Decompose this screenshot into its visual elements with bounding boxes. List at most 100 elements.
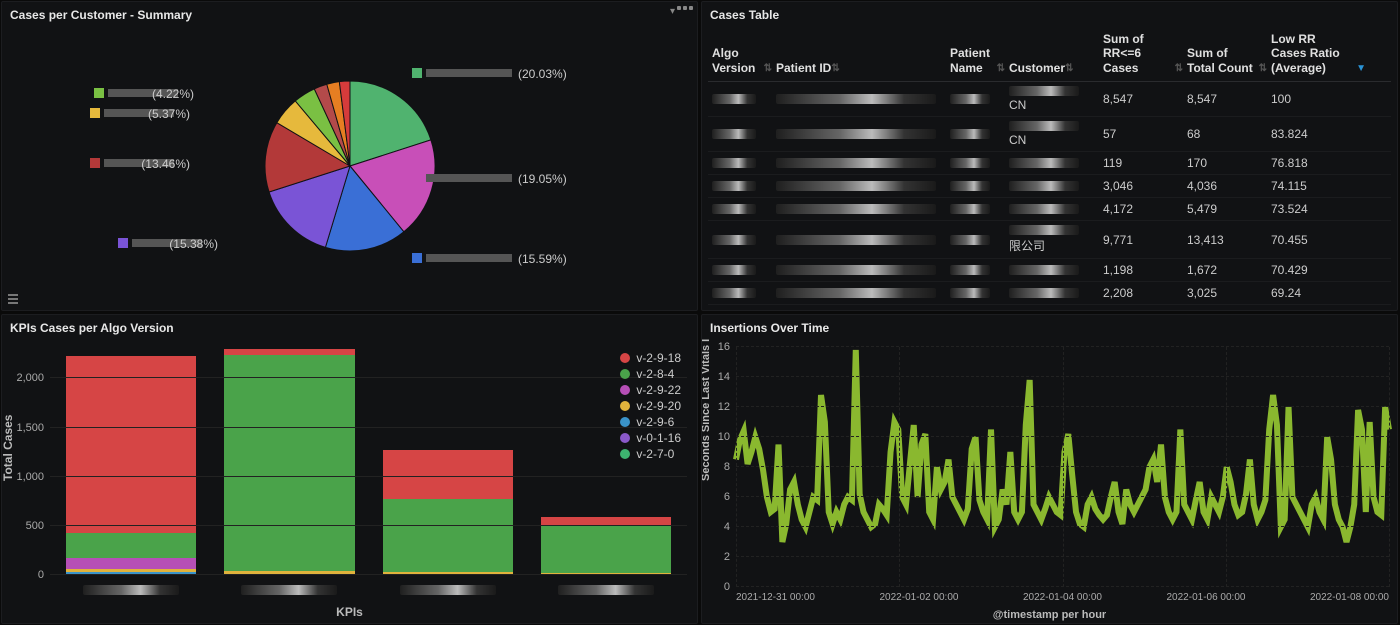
- cell-ratio: 69.24: [1271, 286, 1366, 300]
- bar-legend[interactable]: v-2-9-18 v-2-8-4 v-2-9-22 v-2-9-20 v-2-9-6 v-…: [620, 351, 681, 463]
- column-header[interactable]: Sum of RR<=6 Cases ⇅: [1103, 32, 1183, 75]
- cell-total: 1,672: [1187, 263, 1267, 277]
- pie-chart[interactable]: (20.03%)(19.05%)(15.59%)(15.38%)(13.46%)…: [70, 36, 630, 296]
- cell-ratio: 66.816: [1271, 309, 1366, 310]
- panel-chevron-icon[interactable]: ▾: [670, 6, 675, 17]
- table-row[interactable]: 4,1725,47973.524: [708, 198, 1391, 221]
- bar-segment[interactable]: [383, 499, 513, 572]
- cases-table: Algo Version ⇅Patient ID ⇅Patient Name ⇅…: [708, 26, 1391, 310]
- column-header[interactable]: Algo Version ⇅: [712, 32, 772, 75]
- y-tick: 10: [718, 431, 730, 443]
- y-tick: 16: [718, 341, 730, 353]
- y-tick: 4: [724, 521, 730, 533]
- legend-item[interactable]: v-0-1-16: [620, 431, 681, 445]
- cell-rr: 57: [1103, 127, 1183, 141]
- cell-ratio: 76.818: [1271, 156, 1366, 170]
- column-header[interactable]: Patient ID ⇅: [776, 32, 946, 75]
- table-body[interactable]: CN8,5478,547100CN576883.82411917076.8183…: [708, 82, 1391, 310]
- x-tick: 2022-01-08 00:00: [1310, 592, 1389, 603]
- cell-rr: 119: [1103, 156, 1183, 170]
- table-row[interactable]: 2,208 3,025 69.24: [708, 282, 1391, 305]
- bar[interactable]: [224, 349, 354, 575]
- bar-segment[interactable]: [541, 526, 671, 573]
- legend-item[interactable]: v-2-9-20: [620, 399, 681, 413]
- panel-title: Cases Table: [702, 2, 1397, 26]
- cell-ratio: 70.455: [1271, 233, 1366, 247]
- cell-total: 5,479: [1187, 202, 1267, 216]
- table-row[interactable]: 1,198 1,672 70.429: [708, 259, 1391, 282]
- panel-kpis-algo: KPIs Cases per Algo Version Total Cases …: [1, 314, 698, 624]
- bar-chart[interactable]: [50, 349, 687, 575]
- cell-total: 13,413: [1187, 233, 1267, 247]
- pie-slice-label: (13.46%): [141, 157, 190, 171]
- line-x-axis-label: @timestamp per hour: [702, 609, 1397, 621]
- table-row[interactable]: CN8,5478,547100: [708, 82, 1391, 117]
- cell-rr: 8,547: [1103, 92, 1183, 106]
- panel-insertions-over-time: Insertions Over Time Seconds Since Last …: [701, 314, 1398, 624]
- panel-cases-table: Cases Table Algo Version ⇅Patient ID ⇅Pa…: [701, 1, 1398, 311]
- y-tick: 1,500: [16, 422, 44, 434]
- pie-slice-label: (4.22%): [151, 87, 193, 101]
- y-tick: 2,000: [16, 372, 44, 384]
- column-header[interactable]: Customer ⇅: [1009, 32, 1099, 75]
- legend-item[interactable]: v-2-8-4: [620, 367, 681, 381]
- cell-rr: 3,046: [1103, 179, 1183, 193]
- column-header[interactable]: Low RR Cases Ratio (Average) ▼: [1271, 32, 1366, 75]
- bar-x-axis-label: KPIs: [2, 605, 697, 619]
- cell-total: 3,025: [1187, 286, 1267, 300]
- cell-ratio: 100: [1271, 92, 1366, 106]
- cell-rr: 149: [1103, 309, 1183, 310]
- y-tick: 12: [718, 401, 730, 413]
- cell-rr: 4,172: [1103, 202, 1183, 216]
- y-tick: 6: [724, 491, 730, 503]
- x-tick: 2022-01-06 00:00: [1167, 592, 1246, 603]
- pie-slice-label: (19.05%): [518, 172, 567, 186]
- bar-segment[interactable]: [224, 355, 354, 571]
- y-tick: 8: [724, 461, 730, 473]
- panel-title: Insertions Over Time: [702, 315, 1397, 339]
- pie-slice-label: (5.37%): [147, 107, 189, 121]
- column-header[interactable]: Patient Name ⇅: [950, 32, 1005, 75]
- panel-menu-icon[interactable]: [677, 6, 693, 10]
- x-tick: 2022-01-02 00:00: [880, 592, 959, 603]
- line-chart[interactable]: [736, 347, 1389, 587]
- x-tick: 2021-12-31 00:00: [736, 592, 815, 603]
- panel-title: KPIs Cases per Algo Version: [2, 315, 697, 339]
- x-tick: 2022-01-04 00:00: [1023, 592, 1102, 603]
- cell-total: 8,547: [1187, 92, 1267, 106]
- bar[interactable]: [66, 349, 196, 575]
- bar[interactable]: [383, 349, 513, 575]
- y-tick: 14: [718, 371, 730, 383]
- bar-segment[interactable]: [66, 533, 196, 559]
- cell-rr: 2,208: [1103, 286, 1183, 300]
- pie-slice-label: (15.38%): [169, 237, 218, 251]
- cell-ratio: 70.429: [1271, 263, 1366, 277]
- cell-rr: 1,198: [1103, 263, 1183, 277]
- table-row[interactable]: CN576883.824: [708, 117, 1391, 152]
- table-row[interactable]: 3,046 4,036 74.115: [708, 175, 1391, 198]
- cell-ratio: 74.115: [1271, 179, 1366, 193]
- cell-total: 223: [1187, 309, 1267, 310]
- table-header: Algo Version ⇅Patient ID ⇅Patient Name ⇅…: [708, 26, 1391, 82]
- cell-total: 4,036: [1187, 179, 1267, 193]
- cell-rr: 9,771: [1103, 233, 1183, 247]
- legend-item[interactable]: v-2-7-0: [620, 447, 681, 461]
- cell-total: 170: [1187, 156, 1267, 170]
- bar-segment[interactable]: [66, 558, 196, 569]
- pie-slice-label: (15.59%): [518, 252, 567, 266]
- legend-item[interactable]: v-2-9-6: [620, 415, 681, 429]
- table-row[interactable]: 149 223 66.816: [708, 305, 1391, 310]
- cell-total: 68: [1187, 127, 1267, 141]
- table-row[interactable]: 119 170 76.818: [708, 152, 1391, 175]
- legend-item[interactable]: v-2-9-22: [620, 383, 681, 397]
- x-tick: [241, 585, 337, 595]
- table-row[interactable]: 限公司9,77113,41370.455: [708, 221, 1391, 259]
- x-tick: [83, 585, 179, 595]
- line-x-ticks: 2021-12-31 00:00 2022-01-02 00:00 2022-01-…: [736, 592, 1389, 603]
- cell-ratio: 83.824: [1271, 127, 1366, 141]
- legend-item[interactable]: v-2-9-18: [620, 351, 681, 365]
- bar-segment[interactable]: [66, 356, 196, 533]
- column-header[interactable]: Sum of Total Count ⇅: [1187, 32, 1267, 75]
- legend-toggle-icon[interactable]: [8, 294, 18, 304]
- y-tick: 0: [38, 569, 44, 581]
